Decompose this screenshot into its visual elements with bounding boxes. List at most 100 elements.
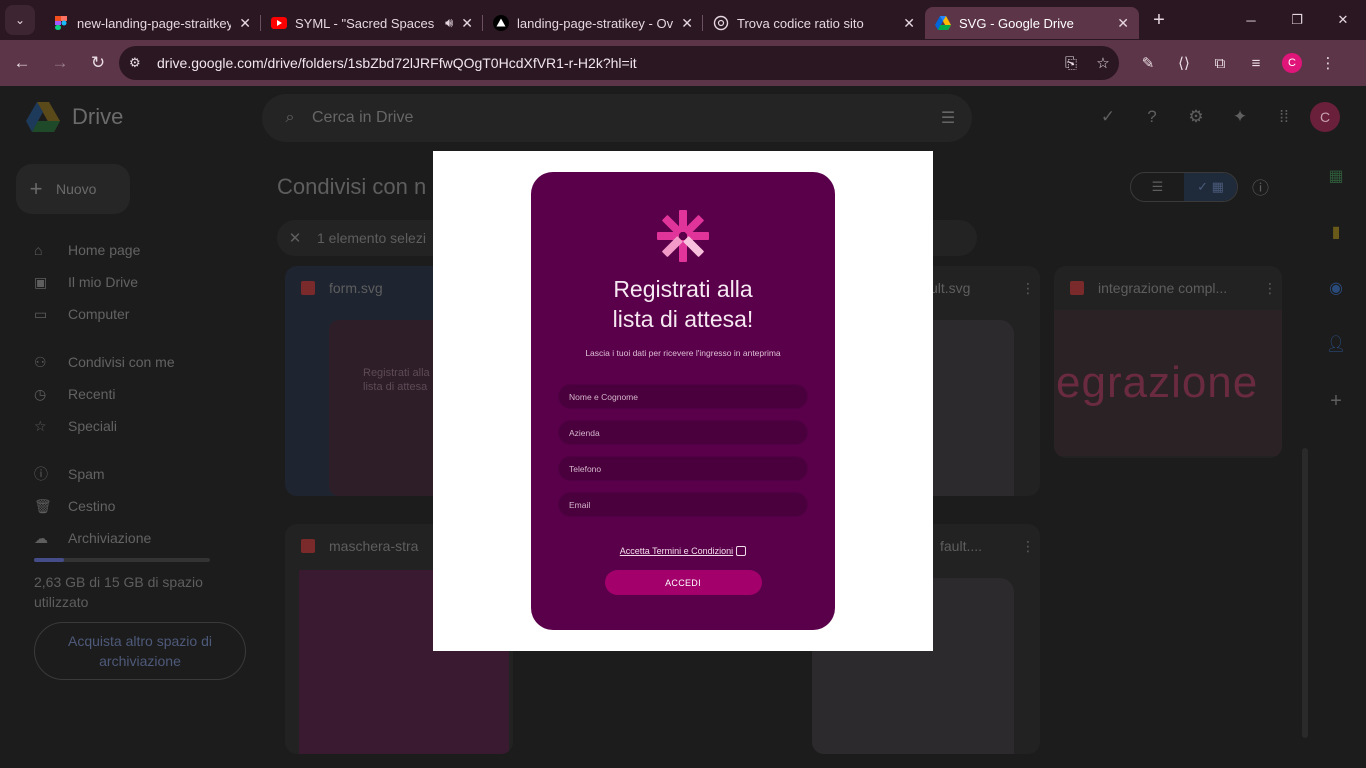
plus-icon: +: [29, 176, 43, 201]
url-text[interactable]: drive.google.com/drive/folders/1sbZbd72l…: [157, 55, 1055, 71]
phone-field[interactable]: Telefono: [558, 456, 808, 481]
selection-count: 1 elemento selezi: [317, 230, 426, 246]
sidebar-item-label: Cestino: [68, 498, 116, 514]
sidebar-item-starred[interactable]: ☆ Speciali: [0, 410, 262, 442]
tab-title: SVG - Google Drive: [959, 15, 1074, 31]
thumbnail-text: egrazione: [1056, 358, 1259, 407]
forward-icon[interactable]: →: [42, 45, 78, 81]
sidebar-item-label: Spam: [68, 466, 105, 482]
file-name: fault....: [940, 538, 983, 554]
menu-dots-icon[interactable]: ⋮: [1310, 54, 1346, 72]
file-name: ult.svg: [930, 280, 971, 296]
image-file-icon: [1070, 281, 1084, 295]
close-icon[interactable]: ✕: [461, 15, 473, 32]
my-drive-icon: ▣: [34, 273, 48, 290]
sidebar-item-home[interactable]: ⌂ Home page: [0, 234, 262, 266]
close-icon[interactable]: ✕: [681, 15, 693, 32]
sidebar-item-computer[interactable]: ▭ Computer: [0, 298, 262, 330]
brand-logo-icon: [657, 210, 709, 262]
keep-icon[interactable]: ▮: [1316, 222, 1356, 278]
contacts-icon[interactable]: 👤︎: [1316, 334, 1356, 390]
terms-row: Accetta Termini e Condizioni: [620, 546, 747, 556]
sidebar-item-label: Il mio Drive: [68, 274, 139, 290]
tab-figma[interactable]: new-landing-page-straitkey ✕: [43, 7, 261, 39]
add-addon-icon[interactable]: +: [1316, 390, 1356, 446]
tasks-icon[interactable]: ◉: [1316, 278, 1356, 334]
more-options-icon[interactable]: ⋮: [1258, 280, 1282, 297]
tab-title: new-landing-page-straitkey: [77, 15, 232, 31]
more-options-icon[interactable]: ⋮: [1016, 538, 1040, 555]
settings-gear-icon[interactable]: ⚙︎: [1174, 107, 1218, 127]
restore-icon[interactable]: ❐: [1274, 0, 1320, 40]
sidebar-item-label: Speciali: [68, 418, 118, 434]
scrollbar[interactable]: [1302, 448, 1308, 738]
info-icon[interactable]: ⓘ: [1252, 174, 1269, 199]
calendar-icon[interactable]: ▦: [1316, 166, 1356, 222]
eyedropper-icon[interactable]: ✎: [1130, 54, 1166, 72]
media-control-icon[interactable]: ≡: [1238, 55, 1274, 72]
address-bar[interactable]: ⚙︎ drive.google.com/drive/folders/1sbZbd…: [119, 46, 1119, 80]
name-field[interactable]: Nome e Cognome: [558, 384, 808, 409]
close-icon[interactable]: ✕: [903, 15, 915, 32]
account-avatar[interactable]: C: [1310, 102, 1340, 132]
toolbar: ← → ↻ ⚙︎ drive.google.com/drive/folders/…: [0, 40, 1366, 86]
code-extension-icon[interactable]: ⟨⟩: [1166, 54, 1202, 72]
close-icon[interactable]: ✕: [239, 15, 251, 32]
file-card-integrazione[interactable]: integrazione compl... ⋮ egrazione: [1054, 266, 1282, 458]
drive-search[interactable]: ⌕ Cerca in Drive ☰: [262, 94, 972, 142]
sidebar-item-label: Condivisi con me: [68, 354, 175, 370]
sidebar-item-label: Recenti: [68, 386, 116, 402]
sidebar-item-shared[interactable]: ⚇ Condivisi con me: [0, 346, 262, 378]
tab-google-drive[interactable]: SVG - Google Drive ✕: [925, 7, 1139, 39]
filter-tune-icon[interactable]: ☰: [924, 108, 972, 128]
reload-icon[interactable]: ↻: [80, 45, 116, 81]
storage-progress: [34, 558, 210, 562]
sidebar-item-recent[interactable]: ◷ Recenti: [0, 378, 262, 410]
clear-selection-icon[interactable]: ✕: [279, 229, 311, 247]
sidebar-item-label: Home page: [68, 242, 141, 258]
terms-checkbox[interactable]: [736, 546, 747, 556]
tab-search-button[interactable]: ⌄: [5, 5, 35, 35]
accedi-button[interactable]: ACCEDI: [604, 570, 762, 595]
offline-check-icon[interactable]: ✓: [1086, 107, 1130, 127]
tab-youtube[interactable]: SYML - "Sacred Spaces - 🔊︎ ✕: [261, 7, 483, 39]
help-icon[interactable]: ?: [1130, 107, 1174, 127]
spam-icon: ⓘ: [34, 466, 48, 482]
cloud-icon: ☁︎: [34, 529, 48, 546]
extensions-puzzle-icon[interactable]: ⧉: [1202, 55, 1238, 72]
back-icon[interactable]: ←: [4, 45, 40, 81]
new-tab-button[interactable]: +: [1145, 9, 1173, 32]
side-panel-apps: ▦ ▮ ◉ 👤︎ +: [1316, 166, 1356, 446]
tab-chatgpt[interactable]: Trova codice ratio sito ✕: [703, 7, 925, 39]
sidebar-item-spam[interactable]: ⓘ Spam: [0, 458, 262, 490]
bookmark-star-icon[interactable]: ☆: [1087, 54, 1119, 72]
minimize-icon[interactable]: ─: [1228, 0, 1274, 40]
waitlist-form-card: Registrati alla lista di attesa! Lascia …: [531, 172, 835, 630]
buy-storage-button[interactable]: Acquista altro spazio di archiviazione: [34, 622, 246, 680]
close-window-icon[interactable]: ✕: [1320, 0, 1366, 40]
sidebar-item-storage[interactable]: ☁︎ Archiviazione: [0, 522, 262, 554]
grid-view-icon[interactable]: ✓ ▦: [1184, 173, 1237, 201]
sidebar-item-my-drive[interactable]: ▣ Il mio Drive: [0, 266, 262, 298]
company-field[interactable]: Azienda: [558, 420, 808, 445]
view-toggle[interactable]: ☰ ✓ ▦: [1130, 172, 1238, 202]
more-options-icon[interactable]: ⋮: [1016, 280, 1040, 297]
file-name: integrazione compl...: [1098, 280, 1228, 296]
list-view-icon[interactable]: ☰: [1131, 173, 1184, 201]
tab-vercel[interactable]: landing-page-stratikey - Ove ✕: [483, 7, 703, 39]
close-icon[interactable]: ✕: [1117, 15, 1129, 32]
install-app-icon[interactable]: ⎘: [1055, 55, 1087, 72]
new-button[interactable]: + Nuovo: [16, 164, 130, 214]
gemini-spark-icon[interactable]: ✦: [1218, 107, 1262, 127]
youtube-icon: [271, 15, 287, 31]
drive-logo[interactable]: Drive: [26, 102, 123, 132]
tab-strip: ⌄ new-landing-page-straitkey ✕ SYML - "S…: [0, 0, 1366, 40]
terms-link[interactable]: Accetta Termini e Condizioni: [620, 546, 733, 556]
email-field[interactable]: Email: [558, 492, 808, 517]
apps-grid-icon[interactable]: ⁞⁞: [1262, 107, 1306, 127]
speaker-icon[interactable]: 🔊︎: [445, 15, 453, 31]
site-info-icon[interactable]: ⚙︎: [129, 55, 151, 71]
sidebar-item-trash[interactable]: 🗑︎ Cestino: [0, 490, 262, 522]
tab-title: SYML - "Sacred Spaces -: [295, 15, 438, 31]
profile-avatar[interactable]: C: [1282, 53, 1302, 73]
